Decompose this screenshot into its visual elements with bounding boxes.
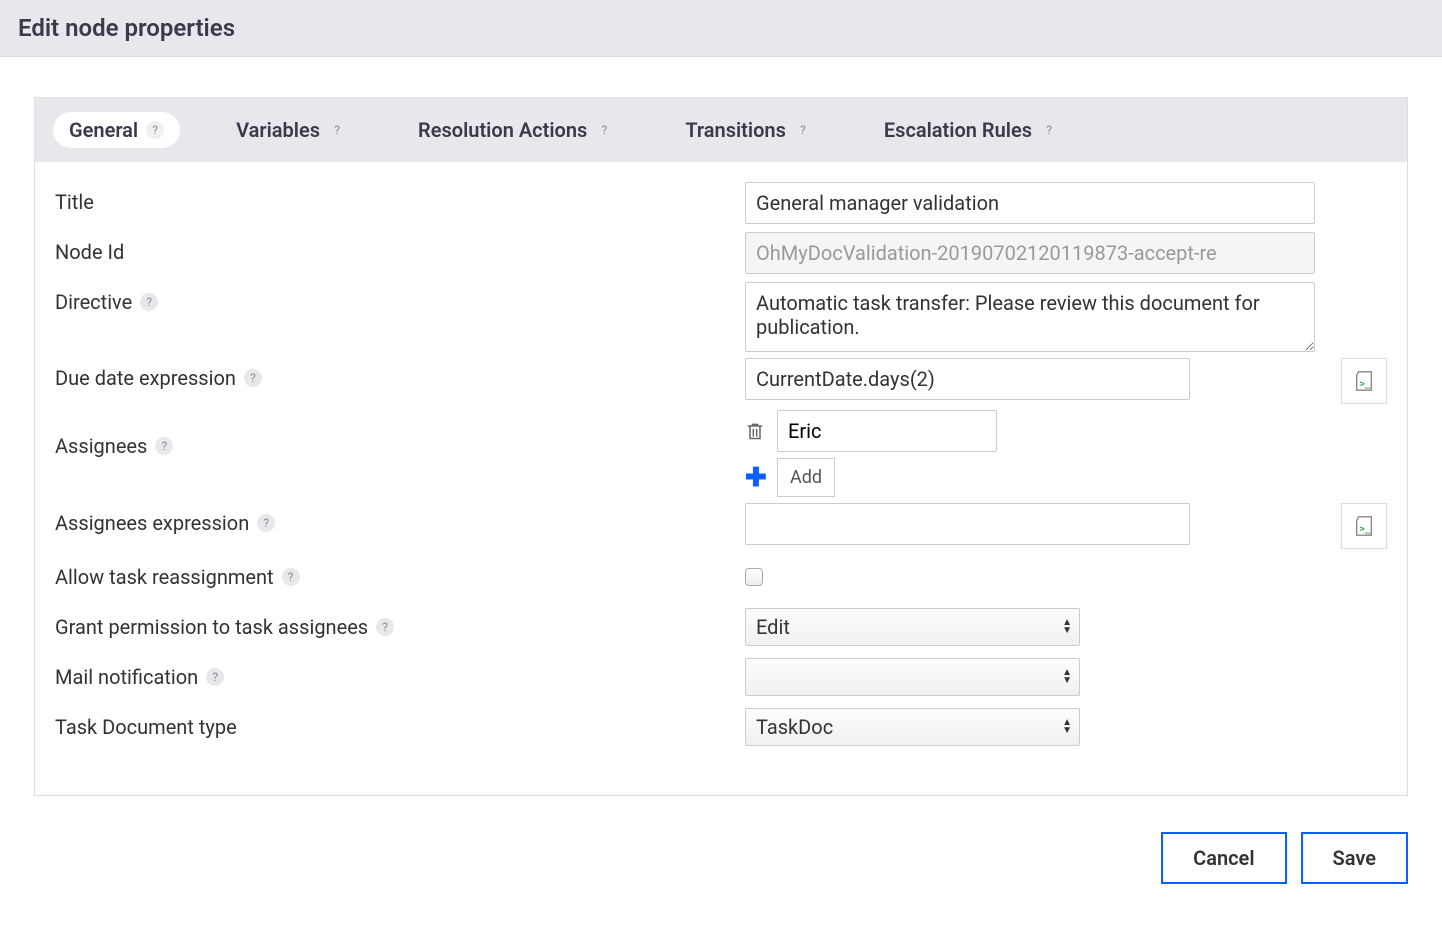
mail-notification-select[interactable] <box>745 658 1080 696</box>
label-text: Mail notification <box>55 665 198 689</box>
dialog-header: Edit node properties <box>0 0 1442 57</box>
assignee-add-row: ✚ Add <box>745 458 997 497</box>
value-task-doc-type: ▲▼ <box>745 708 1387 746</box>
main-container: General ? Variables ? Resolution Actions… <box>0 57 1442 816</box>
label-assignees-expr: Assignees expression ? <box>55 503 745 535</box>
row-mail-notification: Mail notification ? ▲▼ <box>55 655 1387 699</box>
help-icon[interactable]: ? <box>282 568 300 586</box>
tab-general[interactable]: General ? <box>53 112 180 148</box>
form-panel: Title Node Id Directive ? Automatic task… <box>34 162 1408 796</box>
label-node-id: Node Id <box>55 232 745 264</box>
assignee-input[interactable] <box>777 410 997 452</box>
expression-editor-button[interactable]: >_ <box>1341 358 1387 404</box>
footer-buttons: Cancel Save <box>0 816 1442 924</box>
row-title: Title <box>55 182 1387 226</box>
label-text: Assignees expression <box>55 511 249 535</box>
add-assignee-button[interactable]: Add <box>777 458 835 497</box>
label-text: Assignees <box>55 434 147 458</box>
row-due-date: Due date expression ? >_ <box>55 358 1387 404</box>
label-title: Title <box>55 182 745 214</box>
help-icon[interactable]: ? <box>140 293 158 311</box>
help-icon[interactable]: ? <box>244 369 262 387</box>
label-text: Node Id <box>55 240 124 264</box>
value-node-id <box>745 232 1387 274</box>
row-assignees: Assignees ? ✚ Add <box>55 410 1387 497</box>
tab-label: Variables <box>236 118 320 142</box>
value-assignees-expr: >_ <box>745 503 1387 549</box>
label-text: Title <box>55 190 94 214</box>
label-text: Allow task reassignment <box>55 565 274 589</box>
tab-escalation-rules[interactable]: Escalation Rules ? <box>868 112 1074 148</box>
tab-label: Escalation Rules <box>884 118 1032 142</box>
help-icon[interactable]: ? <box>794 121 812 139</box>
row-node-id: Node Id <box>55 232 1387 276</box>
label-task-doc-type: Task Document type <box>55 715 745 739</box>
help-icon[interactable]: ? <box>595 121 613 139</box>
value-title <box>745 182 1387 224</box>
row-grant-permission: Grant permission to task assignees ? ▲▼ <box>55 605 1387 649</box>
help-icon[interactable]: ? <box>376 618 394 636</box>
cancel-button[interactable]: Cancel <box>1161 832 1286 884</box>
title-input[interactable] <box>745 182 1315 224</box>
label-due-date: Due date expression ? <box>55 358 745 390</box>
dialog-title: Edit node properties <box>18 14 1424 42</box>
select-wrap: ▲▼ <box>745 708 1080 746</box>
value-grant-permission: ▲▼ <box>745 608 1387 646</box>
assignees-block: ✚ Add <box>745 410 997 497</box>
plus-icon[interactable]: ✚ <box>745 465 765 491</box>
node-id-input <box>745 232 1315 274</box>
label-text: Due date expression <box>55 366 236 390</box>
select-wrap: ▲▼ <box>745 658 1080 696</box>
label-mail-notification: Mail notification ? <box>55 665 745 689</box>
grant-permission-select[interactable] <box>745 608 1080 646</box>
label-allow-reassign: Allow task reassignment ? <box>55 565 745 589</box>
svg-text:>_: >_ <box>1359 524 1371 535</box>
help-icon[interactable]: ? <box>328 121 346 139</box>
label-text: Grant permission to task assignees <box>55 615 368 639</box>
help-icon[interactable]: ? <box>1040 121 1058 139</box>
assignees-expr-input[interactable] <box>745 503 1190 545</box>
help-icon[interactable]: ? <box>146 121 164 139</box>
select-wrap: ▲▼ <box>745 608 1080 646</box>
value-mail-notification: ▲▼ <box>745 658 1387 696</box>
value-allow-reassign <box>745 568 1387 586</box>
tab-variables[interactable]: Variables ? <box>220 112 362 148</box>
directive-textarea[interactable]: Automatic task transfer: Please review t… <box>745 282 1315 352</box>
row-assignees-expr: Assignees expression ? >_ <box>55 503 1387 549</box>
save-button[interactable]: Save <box>1301 832 1408 884</box>
assignee-row <box>745 410 997 452</box>
row-allow-reassign: Allow task reassignment ? <box>55 555 1387 599</box>
tab-label: Transitions <box>685 118 786 142</box>
due-date-input[interactable] <box>745 358 1190 400</box>
row-task-doc-type: Task Document type ▲▼ <box>55 705 1387 749</box>
row-directive: Directive ? Automatic task transfer: Ple… <box>55 282 1387 352</box>
expression-editor-button[interactable]: >_ <box>1341 503 1387 549</box>
value-assignees: ✚ Add <box>745 410 1387 497</box>
label-text: Directive <box>55 290 132 314</box>
label-assignees: Assignees ? <box>55 410 745 458</box>
expression-icon: >_ <box>1353 370 1375 392</box>
tab-bar: General ? Variables ? Resolution Actions… <box>34 97 1408 162</box>
help-icon[interactable]: ? <box>206 668 224 686</box>
tab-label: General <box>69 118 138 142</box>
help-icon[interactable]: ? <box>155 437 173 455</box>
value-directive: Automatic task transfer: Please review t… <box>745 282 1387 352</box>
label-text: Task Document type <box>55 715 237 739</box>
value-due-date: >_ <box>745 358 1387 404</box>
svg-text:>_: >_ <box>1359 379 1371 390</box>
task-doc-type-select[interactable] <box>745 708 1080 746</box>
help-icon[interactable]: ? <box>257 514 275 532</box>
expression-icon: >_ <box>1353 515 1375 537</box>
tab-resolution-actions[interactable]: Resolution Actions ? <box>402 112 629 148</box>
allow-reassign-checkbox[interactable] <box>745 568 763 586</box>
tab-transitions[interactable]: Transitions ? <box>669 112 828 148</box>
label-directive: Directive ? <box>55 282 745 314</box>
trash-icon[interactable] <box>745 420 765 442</box>
label-grant-permission: Grant permission to task assignees ? <box>55 615 745 639</box>
tab-label: Resolution Actions <box>418 118 587 142</box>
